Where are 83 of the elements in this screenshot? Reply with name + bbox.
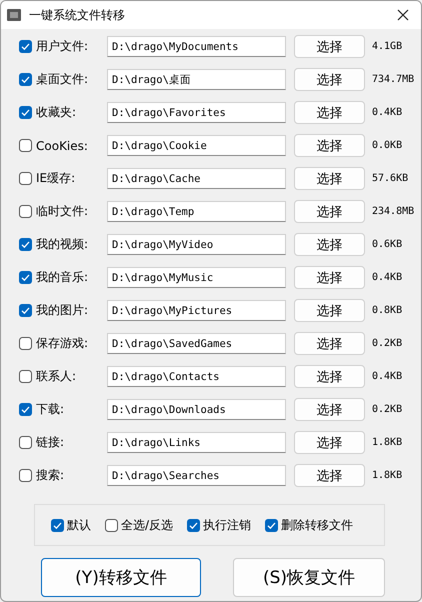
app-icon (7, 9, 21, 21)
size-text: 0.4KB (372, 272, 402, 283)
folder-label: CooKies: (36, 138, 88, 152)
checkbox[interactable] (19, 205, 32, 218)
checkbox[interactable] (19, 304, 32, 317)
option-label: 删除转移文件 (281, 516, 354, 534)
path-field[interactable]: D:\drago\Temp (107, 201, 286, 222)
checkbox[interactable] (187, 518, 200, 532)
close-icon[interactable] (397, 9, 409, 21)
checkbox[interactable] (19, 40, 32, 53)
checkbox[interactable] (19, 238, 32, 251)
choose-button[interactable]: 选择 (294, 68, 365, 91)
folder-label: 搜索: (36, 467, 64, 484)
path-field[interactable]: D:\drago\Searches (107, 465, 286, 486)
checkbox[interactable] (19, 172, 32, 185)
folder-label: 用户文件: (36, 38, 88, 55)
size-text: 57.6KB (372, 173, 408, 184)
folder-label: 链接: (36, 434, 64, 451)
checkbox[interactable] (19, 139, 32, 152)
path-field[interactable]: D:\drago\Favorites (107, 102, 286, 123)
checkbox[interactable] (51, 518, 64, 532)
path-field[interactable]: D:\drago\Contacts (107, 366, 286, 387)
size-text: 0.4KB (372, 371, 402, 382)
path-field[interactable]: D:\drago\Cache (107, 168, 286, 189)
size-text: 0.4KB (372, 107, 402, 118)
choose-button[interactable]: 选择 (294, 134, 365, 157)
path-field[interactable]: D:\drago\Links (107, 432, 286, 453)
checkbox[interactable] (105, 518, 118, 532)
path-field[interactable]: D:\drago\MyVideo (107, 234, 286, 255)
path-field[interactable]: D:\drago\SavedGames (107, 333, 286, 354)
checkbox[interactable] (19, 337, 32, 350)
folder-label: 保存游戏: (36, 335, 88, 352)
size-text: 1.8KB (372, 437, 402, 448)
path-field[interactable]: D:\drago\Cookie (107, 135, 286, 156)
size-text: 0.6KB (372, 239, 402, 250)
size-text: 0.8KB (372, 305, 402, 316)
choose-button[interactable]: 选择 (294, 167, 365, 190)
checkbox[interactable] (19, 73, 32, 86)
path-field[interactable]: D:\drago\Downloads (107, 399, 286, 420)
folder-label: 收藏夹: (36, 104, 76, 121)
choose-button[interactable]: 选择 (294, 266, 365, 289)
restore-button[interactable]: (S)恢复文件 (233, 558, 385, 597)
size-text: 1.8KB (372, 470, 402, 481)
checkbox[interactable] (19, 469, 32, 482)
size-text: 0.0KB (372, 140, 402, 151)
size-text: 0.2KB (372, 404, 402, 415)
checkbox[interactable] (19, 370, 32, 383)
size-text: 4.1GB (372, 41, 402, 52)
checkbox[interactable] (19, 403, 32, 416)
path-field[interactable]: D:\drago\MyMusic (107, 267, 286, 288)
checkbox[interactable] (19, 436, 32, 449)
size-text: 234.8MB (372, 206, 414, 217)
folder-label: 我的视频: (36, 236, 88, 253)
choose-button[interactable]: 选择 (294, 398, 365, 421)
path-field[interactable]: D:\drago\MyPictures (107, 300, 286, 321)
folder-label: 联系人: (36, 368, 76, 385)
path-field[interactable]: D:\drago\MyDocuments (107, 36, 286, 57)
choose-button[interactable]: 选择 (294, 464, 365, 487)
option-label: 执行注销 (203, 516, 252, 534)
choose-button[interactable]: 选择 (294, 365, 365, 388)
window-title: 一键系统文件转移 (29, 6, 125, 24)
choose-button[interactable]: 选择 (294, 101, 365, 124)
choose-button[interactable]: 选择 (294, 233, 365, 256)
folder-label: 临时文件: (36, 203, 88, 220)
folder-label: 我的图片: (36, 302, 88, 319)
size-text: 734.7MB (372, 74, 414, 85)
choose-button[interactable]: 选择 (294, 299, 365, 322)
path-field[interactable]: D:\drago\桌面 (107, 69, 286, 90)
choose-button[interactable]: 选择 (294, 431, 365, 454)
transfer-button[interactable]: (Y)转移文件 (41, 558, 201, 597)
choose-button[interactable]: 选择 (294, 332, 365, 355)
option-label: 默认 (67, 516, 91, 534)
checkbox[interactable] (19, 106, 32, 119)
choose-button[interactable]: 选择 (294, 35, 365, 58)
choose-button[interactable]: 选择 (294, 200, 365, 223)
checkbox[interactable] (265, 518, 278, 532)
size-text: 0.2KB (372, 338, 402, 349)
option-label: 全选/反选 (121, 516, 174, 534)
folder-label: 下载: (36, 401, 64, 418)
folder-label: IE缓存: (36, 170, 76, 187)
checkbox[interactable] (19, 271, 32, 284)
folder-label: 我的音乐: (36, 269, 88, 286)
folder-label: 桌面文件: (36, 71, 88, 88)
